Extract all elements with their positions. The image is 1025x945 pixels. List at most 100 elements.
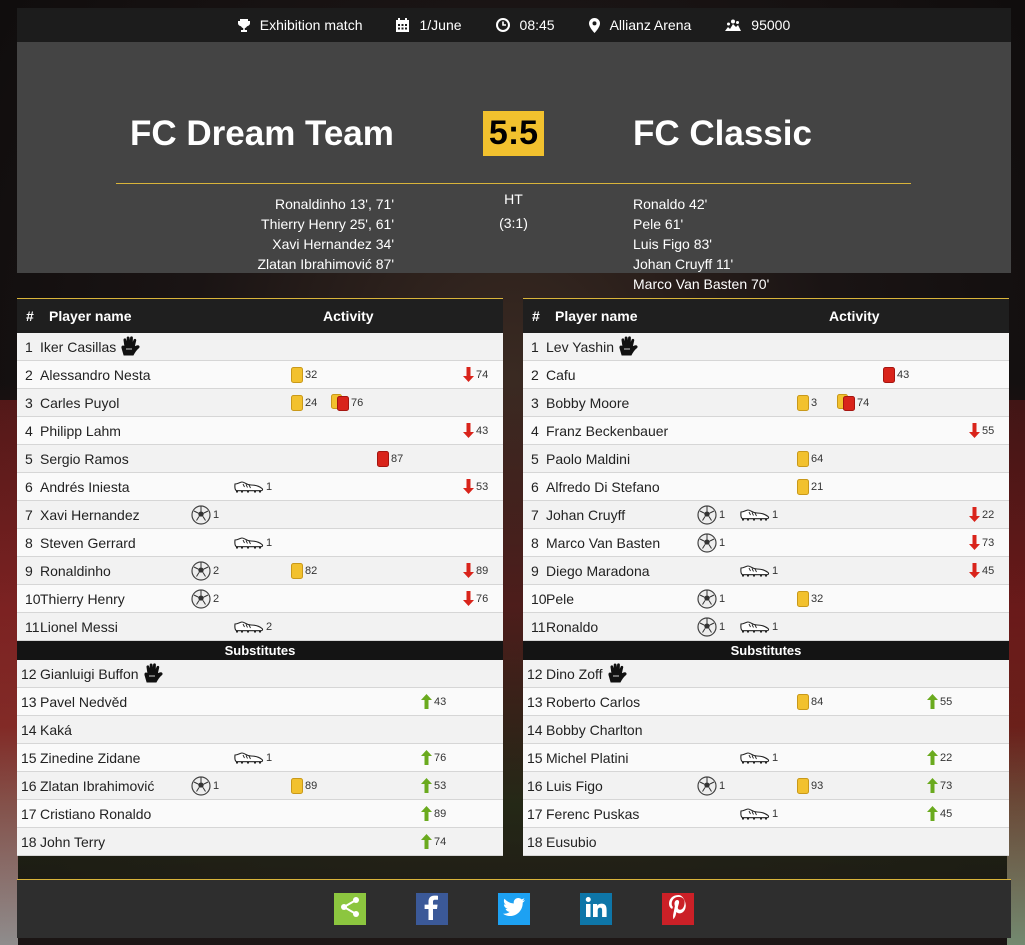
- player-name[interactable]: Bobby Charlton: [546, 722, 643, 738]
- player-name[interactable]: Johan Cruyff: [546, 507, 625, 523]
- player-row[interactable]: 14 Kaká: [17, 716, 503, 744]
- player-name[interactable]: Thierry Henry: [40, 591, 125, 607]
- player-name[interactable]: Steven Gerrard: [40, 535, 136, 551]
- facebook-button[interactable]: [416, 893, 448, 925]
- player-name[interactable]: Ronaldinho: [40, 563, 111, 579]
- event-minute: 1: [719, 592, 726, 605]
- player-name[interactable]: Carles Puyol: [40, 395, 119, 411]
- player-name[interactable]: Marco Van Basten: [546, 535, 660, 551]
- player-row[interactable]: 4 Franz Beckenbauer 55: [523, 417, 1009, 445]
- player-name[interactable]: Sergio Ramos: [40, 451, 129, 467]
- player-row[interactable]: 5 Paolo Maldini 64: [523, 445, 1009, 473]
- player-name[interactable]: Cafu: [546, 367, 576, 383]
- player-row[interactable]: 17 Cristiano Ronaldo 89: [17, 800, 503, 828]
- player-number: 18: [21, 834, 37, 850]
- player-name[interactable]: Roberto Carlos: [546, 694, 640, 710]
- player-row[interactable]: 16 Luis Figo 1 93 73: [523, 772, 1009, 800]
- twitter-button[interactable]: [498, 893, 530, 925]
- away-team-name[interactable]: FC Classic: [633, 114, 812, 154]
- player-row[interactable]: 6 Andrés Iniesta 1 53: [17, 473, 503, 501]
- player-row[interactable]: 16 Zlatan Ibrahimović 1 89 53: [17, 772, 503, 800]
- player-name[interactable]: Kaká: [40, 722, 72, 738]
- player-name[interactable]: Lionel Messi: [40, 619, 118, 635]
- player-name[interactable]: Cristiano Ronaldo: [40, 806, 151, 822]
- player-number: 1: [531, 339, 539, 355]
- event-minute: 1: [772, 564, 779, 577]
- player-row[interactable]: 7 Xavi Hernandez 1: [17, 501, 503, 529]
- player-row[interactable]: 1 Lev Yashin: [523, 333, 1009, 361]
- player-name[interactable]: Franz Beckenbauer: [546, 423, 668, 439]
- player-row[interactable]: 2 Cafu 43: [523, 361, 1009, 389]
- player-row[interactable]: 18 John Terry 74: [17, 828, 503, 856]
- player-row[interactable]: 11 Ronaldo 1 1: [523, 613, 1009, 641]
- yellow-card-event: 32: [797, 589, 823, 608]
- player-number: 4: [25, 423, 33, 439]
- player-name[interactable]: Alfredo Di Stefano: [546, 479, 660, 495]
- player-row[interactable]: 12 Dino Zoff: [523, 660, 1009, 688]
- away-scorers: Ronaldo 42' Pele 61' Luis Figo 83' Johan…: [633, 194, 769, 294]
- yellow-card-icon: [797, 450, 811, 467]
- sub-on-arrow-event: 43: [421, 692, 446, 711]
- player-name[interactable]: Zlatan Ibrahimović: [40, 778, 154, 794]
- player-row[interactable]: 14 Bobby Charlton: [523, 716, 1009, 744]
- player-number: 4: [531, 423, 539, 439]
- player-name[interactable]: Gianluigi Buffon: [40, 666, 139, 682]
- player-row[interactable]: 4 Philipp Lahm 43: [17, 417, 503, 445]
- player-name[interactable]: Ronaldo: [546, 619, 598, 635]
- player-name[interactable]: Lev Yashin: [546, 339, 614, 355]
- player-name[interactable]: Diego Maradona: [546, 563, 650, 579]
- player-row[interactable]: 2 Alessandro Nesta 32 74: [17, 361, 503, 389]
- player-name[interactable]: Pele: [546, 591, 574, 607]
- event-minute: 1: [266, 751, 273, 764]
- player-row[interactable]: 17 Ferenc Puskas 1 45: [523, 800, 1009, 828]
- event-minute: 1: [772, 620, 779, 633]
- player-name[interactable]: Philipp Lahm: [40, 423, 121, 439]
- player-row[interactable]: 18 Eusubio: [523, 828, 1009, 856]
- player-row[interactable]: 13 Pavel Nedvěd 43: [17, 688, 503, 716]
- player-number: 13: [21, 694, 37, 710]
- event-minute: 84: [811, 695, 824, 708]
- player-row[interactable]: 11 Lionel Messi 2: [17, 613, 503, 641]
- player-name[interactable]: Andrés Iniesta: [40, 479, 130, 495]
- player-name[interactable]: Iker Casillas: [40, 339, 116, 355]
- pinterest-button[interactable]: [662, 893, 694, 925]
- player-row[interactable]: 10 Pele 1 32: [523, 585, 1009, 613]
- player-row[interactable]: 8 Steven Gerrard 1: [17, 529, 503, 557]
- player-name[interactable]: John Terry: [40, 834, 105, 850]
- player-number: 2: [531, 367, 539, 383]
- player-row[interactable]: 6 Alfredo Di Stefano 21: [523, 473, 1009, 501]
- player-row[interactable]: 3 Carles Puyol 24 76: [17, 389, 503, 417]
- player-row[interactable]: 9 Diego Maradona 1 45: [523, 557, 1009, 585]
- yellow-card-event: 64: [797, 449, 823, 468]
- player-row[interactable]: 15 Michel Platini 1 22: [523, 744, 1009, 772]
- player-row[interactable]: 1 Iker Casillas: [17, 333, 503, 361]
- player-row[interactable]: 12 Gianluigi Buffon: [17, 660, 503, 688]
- player-row[interactable]: 5 Sergio Ramos 87: [17, 445, 503, 473]
- player-name[interactable]: Xavi Hernandez: [40, 507, 140, 523]
- player-name[interactable]: Paolo Maldini: [546, 451, 630, 467]
- home-team-name[interactable]: FC Dream Team: [130, 114, 394, 154]
- sub-off-arrow-event: 74: [463, 365, 488, 384]
- share-button[interactable]: [334, 893, 366, 925]
- player-row[interactable]: 8 Marco Van Basten 1 73: [523, 529, 1009, 557]
- boot-event: 1: [740, 505, 778, 524]
- player-name[interactable]: Bobby Moore: [546, 395, 629, 411]
- player-name[interactable]: Eusubio: [546, 834, 597, 850]
- player-name[interactable]: Zinedine Zidane: [40, 750, 140, 766]
- player-name[interactable]: Pavel Nedvěd: [40, 694, 127, 710]
- sub-on-arrow-event: 22: [927, 748, 952, 767]
- player-row[interactable]: 15 Zinedine Zidane 1 76: [17, 744, 503, 772]
- linkedin-button[interactable]: [580, 893, 612, 925]
- player-row[interactable]: 10 Thierry Henry 2 76: [17, 585, 503, 613]
- player-row[interactable]: 9 Ronaldinho 2 82 89: [17, 557, 503, 585]
- player-name[interactable]: Ferenc Puskas: [546, 806, 639, 822]
- player-name[interactable]: Dino Zoff: [546, 666, 603, 682]
- player-row[interactable]: 7 Johan Cruyff 1 1 22: [523, 501, 1009, 529]
- player-row[interactable]: 3 Bobby Moore 3 74: [523, 389, 1009, 417]
- event-minute: 73: [982, 536, 995, 549]
- player-name[interactable]: Alessandro Nesta: [40, 367, 151, 383]
- home-scorers: Ronaldinho 13', 71' Thierry Henry 25', 6…: [257, 194, 394, 274]
- player-name[interactable]: Luis Figo: [546, 778, 603, 794]
- player-row[interactable]: 13 Roberto Carlos 84 55: [523, 688, 1009, 716]
- player-name[interactable]: Michel Platini: [546, 750, 628, 766]
